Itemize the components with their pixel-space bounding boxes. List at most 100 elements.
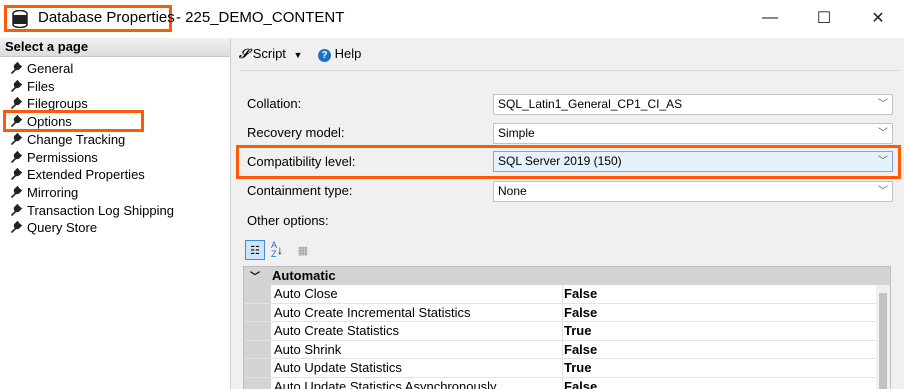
script-label: Script <box>252 46 286 61</box>
category-label: Automatic <box>272 268 336 283</box>
help-button[interactable]: ? Help <box>318 46 361 62</box>
alphabetical-sort-button[interactable]: A Z ↓ <box>267 240 287 260</box>
script-icon: 𝒮 <box>239 46 250 61</box>
compatibility-level-value: SQL Server 2019 (150) <box>498 154 622 168</box>
property-value[interactable]: False <box>564 378 597 389</box>
collation-label: Collation: <box>247 96 302 111</box>
chevron-down-icon: ﹀ <box>878 99 888 110</box>
property-pages-icon: ▦ <box>297 244 309 257</box>
sidebar-item-mirroring[interactable]: Mirroring <box>10 184 78 201</box>
categorized-view-button[interactable]: ☷ <box>245 240 265 260</box>
sidebar-item-label: General <box>27 61 74 76</box>
sidebar-item-label: Extended Properties <box>27 167 145 183</box>
help-label: Help <box>334 46 362 61</box>
compatibility-level-label: Compatibility level: <box>247 154 356 169</box>
wrench-icon <box>11 132 22 145</box>
sidebar-item-label: Transaction Log Shipping <box>27 202 174 218</box>
property-pages-button[interactable]: ▦ <box>293 240 313 260</box>
title-bar: Database Properties - 225_DEMO_CONTENT —… <box>0 0 904 36</box>
recovery-model-dropdown[interactable]: Simple ﹀ <box>493 123 893 144</box>
property-name: Auto Create Statistics <box>272 322 563 340</box>
wrench-icon <box>11 221 22 234</box>
chevron-down-icon: ﹀ <box>878 186 888 197</box>
sidebar-header: Select a page <box>0 38 230 57</box>
row-gutter <box>244 359 271 377</box>
property-row[interactable]: Auto Create Incremental Statistics False <box>244 303 890 323</box>
categorized-icon: ☷ <box>250 244 260 257</box>
property-value[interactable]: True <box>564 322 591 340</box>
page-selector-panel: Select a page General Files Filegroups Opti… <box>0 38 231 389</box>
property-row[interactable]: Auto Create Statistics True <box>244 322 890 341</box>
toolbar: 𝒮 Script ▼ ? Help <box>231 38 904 68</box>
wrench-icon <box>11 168 22 180</box>
sidebar-item-change-tracking[interactable]: Change Tracking <box>10 131 125 148</box>
wrench-icon <box>11 62 22 74</box>
property-value[interactable]: False <box>564 285 597 303</box>
sidebar-item-permissions[interactable]: Permissions <box>10 149 98 166</box>
property-name: Auto Update Statistics Asynchronously <box>272 377 563 389</box>
sidebar-item-query-store[interactable]: Query Store <box>10 219 97 236</box>
sidebar-item-files[interactable]: Files <box>10 78 54 95</box>
script-button[interactable]: 𝒮 Script ▼ <box>239 46 302 62</box>
property-row[interactable]: Auto Close False <box>244 285 890 304</box>
containment-type-value: None <box>498 184 527 198</box>
row-gutter <box>244 303 271 322</box>
row-gutter <box>244 285 271 303</box>
recovery-model-label: Recovery model: <box>247 125 345 140</box>
database-icon <box>12 10 28 28</box>
scrollbar-thumb[interactable] <box>879 293 887 389</box>
collation-value: SQL_Latin1_General_CP1_CI_AS <box>498 97 683 111</box>
property-value[interactable]: False <box>564 304 597 322</box>
chevron-down-icon: ﹀ <box>878 156 888 167</box>
property-row[interactable]: Auto Shrink False <box>244 340 890 360</box>
minimize-icon: — <box>762 9 778 26</box>
sidebar-item-label: Mirroring <box>27 184 79 200</box>
row-gutter <box>244 377 271 389</box>
row-gutter <box>244 322 271 340</box>
category-header-automatic[interactable]: ﹀ Automatic <box>244 267 890 285</box>
minimize-button[interactable]: — <box>748 4 792 32</box>
close-button[interactable]: ✕ <box>856 4 900 32</box>
sidebar-item-label: Permissions <box>27 149 98 165</box>
main-panel: 𝒮 Script ▼ ? Help Collation: SQL_Latin1_… <box>231 38 904 389</box>
sidebar-item-label: Query Store <box>27 220 98 236</box>
containment-type-dropdown[interactable]: None ﹀ <box>493 181 893 202</box>
vertical-scrollbar[interactable] <box>876 285 890 389</box>
property-row[interactable]: Auto Update Statistics Asynchronously Fal… <box>244 377 890 389</box>
wrench-icon <box>11 203 22 216</box>
chevron-down-icon: ▼ <box>293 50 303 60</box>
property-name: Auto Create Incremental Statistics <box>272 303 563 322</box>
property-row[interactable]: Auto Update Statistics True <box>244 359 890 378</box>
maximize-icon: ☐ <box>816 10 832 27</box>
help-icon: ? <box>318 49 331 62</box>
wrench-icon <box>11 185 22 198</box>
property-name: Auto Close <box>272 285 563 303</box>
close-icon: ✕ <box>871 10 885 27</box>
toolbar-divider <box>239 70 901 71</box>
property-value[interactable]: True <box>564 359 591 377</box>
row-gutter <box>244 340 271 359</box>
chevron-down-icon: ﹀ <box>878 128 888 139</box>
sidebar-item-label: Change Tracking <box>27 131 126 147</box>
recovery-model-value: Simple <box>498 126 535 140</box>
wrench-icon <box>11 79 22 92</box>
containment-type-label: Containment type: <box>247 183 353 198</box>
property-grid: ﹀ Automatic Auto Close False Auto Create In… <box>243 266 891 389</box>
property-value[interactable]: False <box>564 341 597 359</box>
property-name: Auto Shrink <box>272 340 563 359</box>
sidebar-item-label: Files <box>27 78 55 94</box>
sidebar-item-general[interactable]: General <box>10 60 73 77</box>
compatibility-level-dropdown[interactable]: SQL Server 2019 (150) ﹀ <box>493 151 893 172</box>
property-name: Auto Update Statistics <box>272 359 563 377</box>
maximize-button[interactable]: ☐ <box>802 4 846 32</box>
window-title: Database Properties <box>38 9 175 26</box>
property-rows: Auto Close False Auto Create Incremental S… <box>244 285 890 389</box>
other-options-label: Other options: <box>247 213 329 228</box>
sidebar-item-transaction-log-shipping[interactable]: Transaction Log Shipping <box>10 202 174 219</box>
wrench-icon <box>11 150 22 163</box>
collation-dropdown[interactable]: SQL_Latin1_General_CP1_CI_AS ﹀ <box>493 94 893 115</box>
window-title-database: - 225_DEMO_CONTENT <box>176 9 345 26</box>
sidebar-item-extended-properties[interactable]: Extended Properties <box>10 166 145 183</box>
options-highlight-box <box>3 110 144 132</box>
wrench-icon <box>11 97 22 110</box>
